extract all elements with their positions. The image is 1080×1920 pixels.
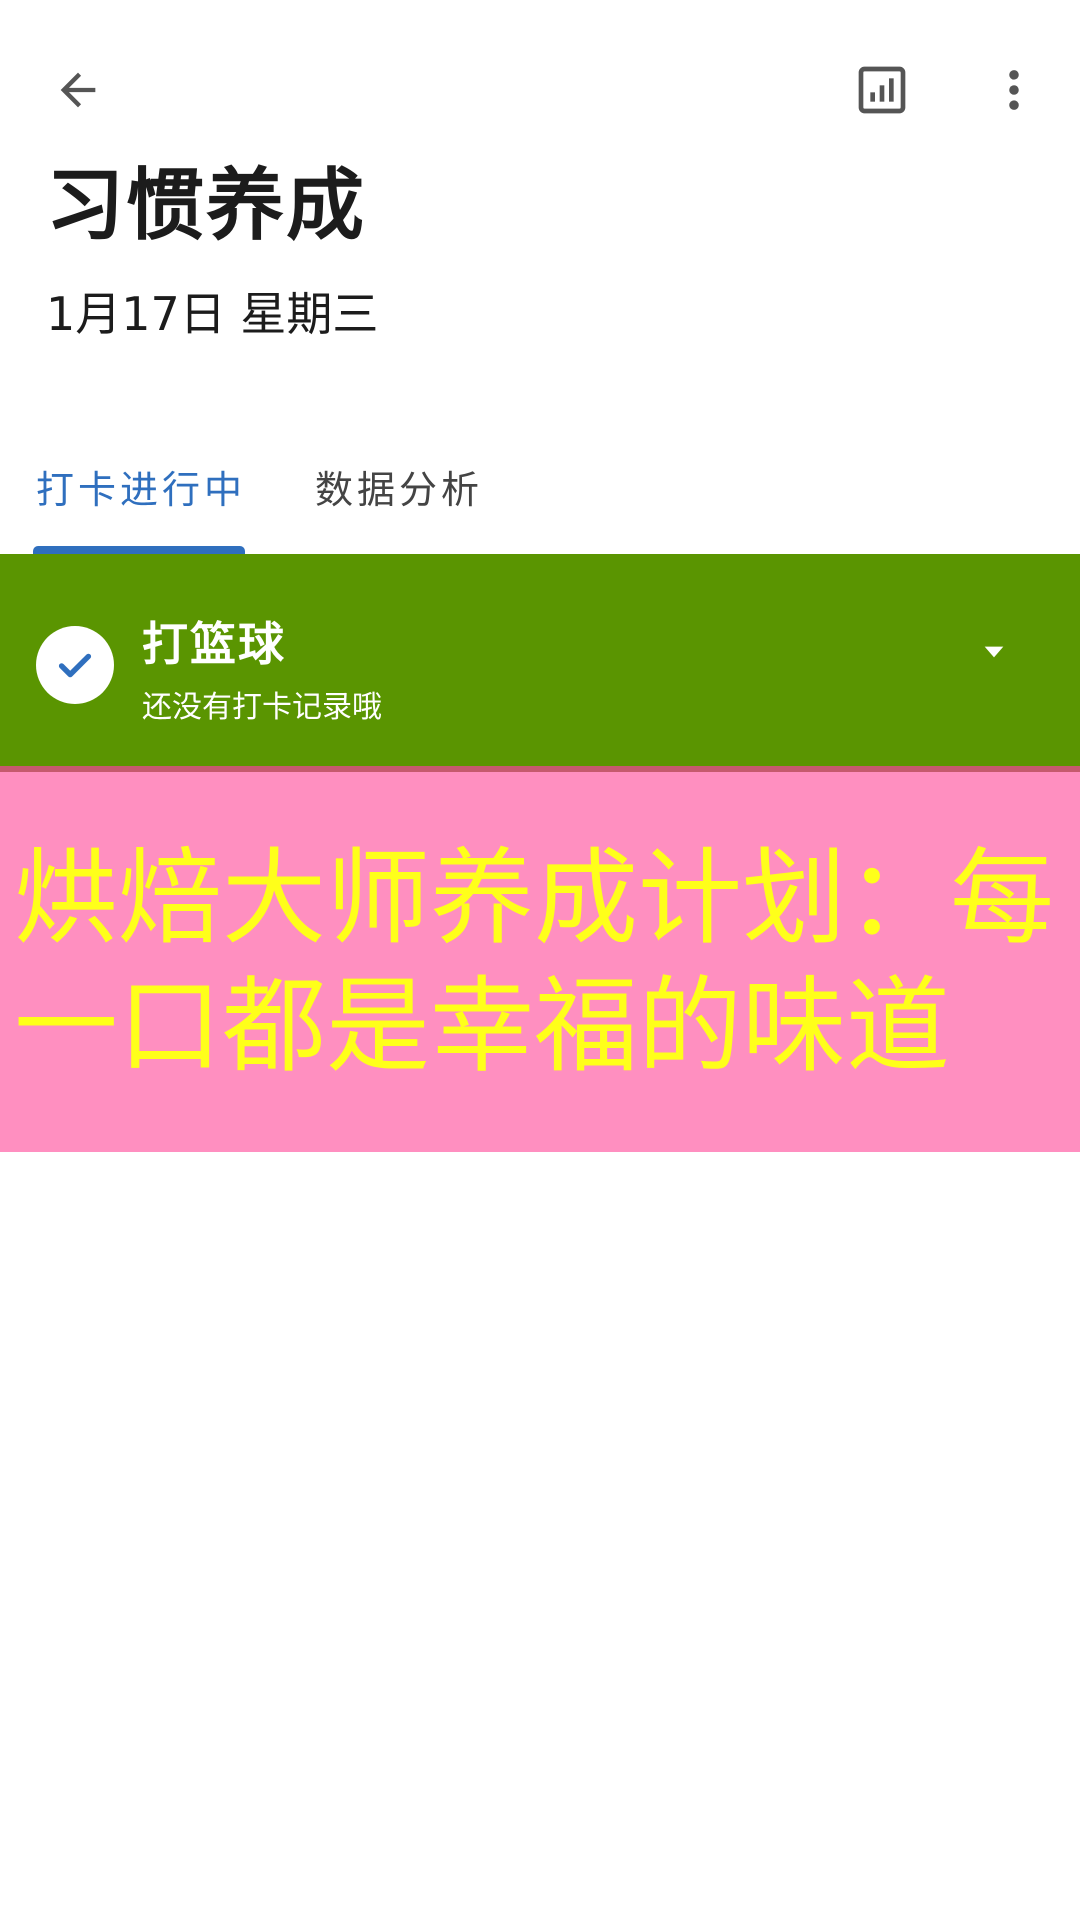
- banner-line-1: 烘焙大师养成计划：每: [14, 837, 1055, 959]
- page-title: 习惯养成: [46, 161, 367, 251]
- arrow-left-icon: [60, 72, 96, 108]
- check-button[interactable]: [36, 626, 114, 704]
- habit-status: 还没有打卡记录哦: [142, 690, 382, 725]
- habit-page: 习惯养成 1月17日 星期三 打卡进行中 数据分析 打篮球 还没有打卡记录哦 烘…: [0, 0, 1080, 1920]
- date-label: 1月17日 星期三: [46, 287, 379, 341]
- banner-text: 烘焙大师养成计划：每 一口都是幸福的味道: [14, 834, 1074, 1090]
- habit-name: 打篮球: [142, 617, 286, 671]
- top-app-bar: [0, 0, 1080, 170]
- chevron-down-icon: [984, 646, 1004, 658]
- bar-chart-icon: [858, 66, 906, 114]
- tab-bar: 打卡进行中 数据分析: [0, 440, 1080, 556]
- back-button[interactable]: [34, 46, 122, 134]
- expand-button[interactable]: [964, 622, 1024, 682]
- banner-line-2: 一口都是幸福的味道: [14, 965, 951, 1087]
- more-options-button[interactable]: [970, 46, 1058, 134]
- check-icon: [58, 653, 92, 678]
- stats-button[interactable]: [838, 46, 926, 134]
- tab-data-analysis[interactable]: 数据分析: [315, 462, 483, 518]
- tab-in-progress[interactable]: 打卡进行中: [36, 462, 246, 518]
- more-vert-icon: [1009, 70, 1019, 110]
